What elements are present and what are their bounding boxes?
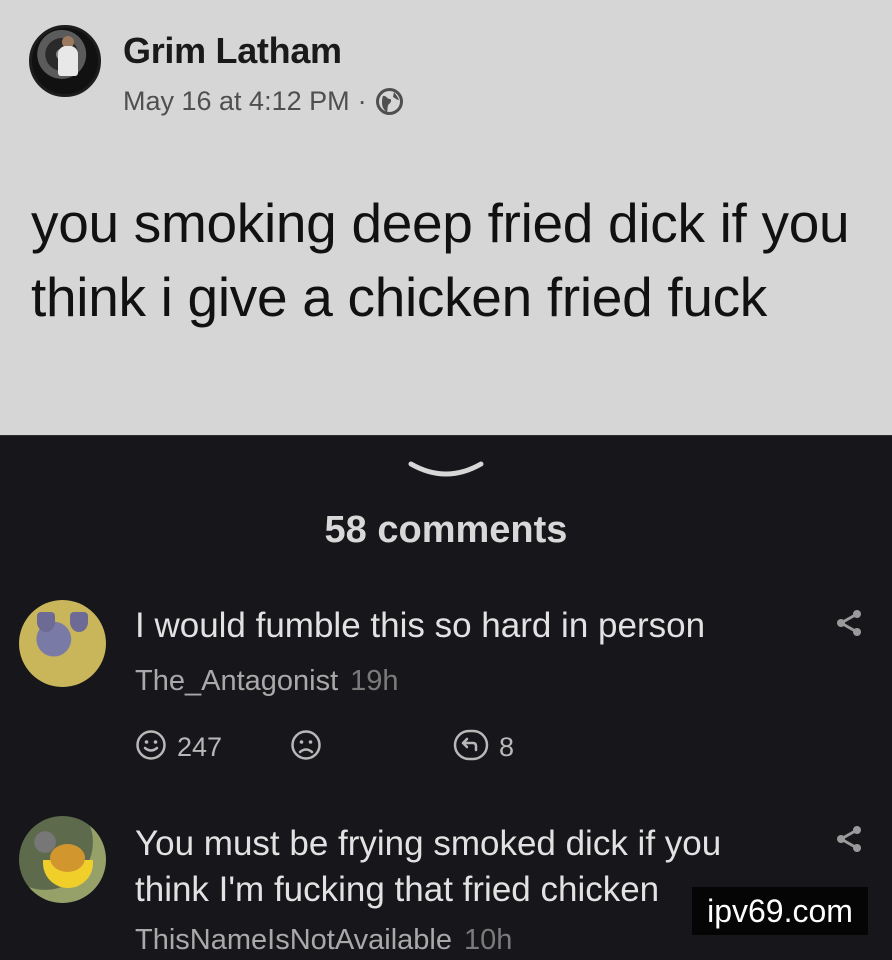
share-icon[interactable] bbox=[834, 824, 864, 854]
comment-text: You must be frying smoked dick if you th… bbox=[135, 824, 722, 909]
author-avatar[interactable] bbox=[29, 25, 101, 97]
comment-author[interactable]: The_Antagonist bbox=[135, 665, 338, 697]
avatar-figure bbox=[58, 46, 78, 76]
reply-count: 8 bbox=[499, 732, 515, 762]
watermark: ipv69.com bbox=[692, 887, 868, 935]
reply-icon bbox=[453, 729, 489, 766]
comment-meta: The_Antagonist 19h bbox=[135, 665, 399, 698]
comment-time: 19h bbox=[350, 665, 399, 697]
post-text: you smoking deep fried dick if you think… bbox=[31, 192, 850, 328]
happy-face-icon bbox=[135, 729, 167, 766]
comment-meta: ThisNameIsNotAvailable 10h bbox=[135, 924, 512, 957]
section-divider bbox=[0, 435, 892, 436]
chevron-down-icon[interactable] bbox=[408, 456, 484, 484]
post-meta: May 16 at 4:12 PM · bbox=[123, 86, 404, 117]
comment-count[interactable]: 58 comments bbox=[0, 509, 892, 552]
globe-icon bbox=[375, 87, 404, 116]
downvote-button[interactable] bbox=[290, 729, 322, 766]
meta-separator: · bbox=[357, 86, 367, 116]
upvote-count: 247 bbox=[177, 732, 223, 762]
post-card: Grim Latham May 16 at 4:12 PM · you smok… bbox=[0, 0, 892, 435]
upvote-button[interactable]: 247 bbox=[135, 729, 222, 766]
comment-author[interactable]: ThisNameIsNotAvailable bbox=[135, 924, 452, 956]
sad-face-icon bbox=[290, 730, 322, 765]
reaction-bar: 247 8 bbox=[135, 729, 555, 763]
commenter-avatar[interactable] bbox=[19, 600, 106, 687]
comment-time: 10h bbox=[464, 924, 513, 956]
share-icon[interactable] bbox=[834, 608, 864, 638]
author-name[interactable]: Grim Latham bbox=[123, 30, 342, 72]
post-timestamp[interactable]: May 16 at 4:12 PM bbox=[123, 86, 350, 117]
commenter-avatar[interactable] bbox=[19, 816, 106, 903]
reply-button[interactable]: 8 bbox=[453, 729, 514, 766]
comment-text: I would fumble this so hard in person bbox=[135, 606, 706, 645]
